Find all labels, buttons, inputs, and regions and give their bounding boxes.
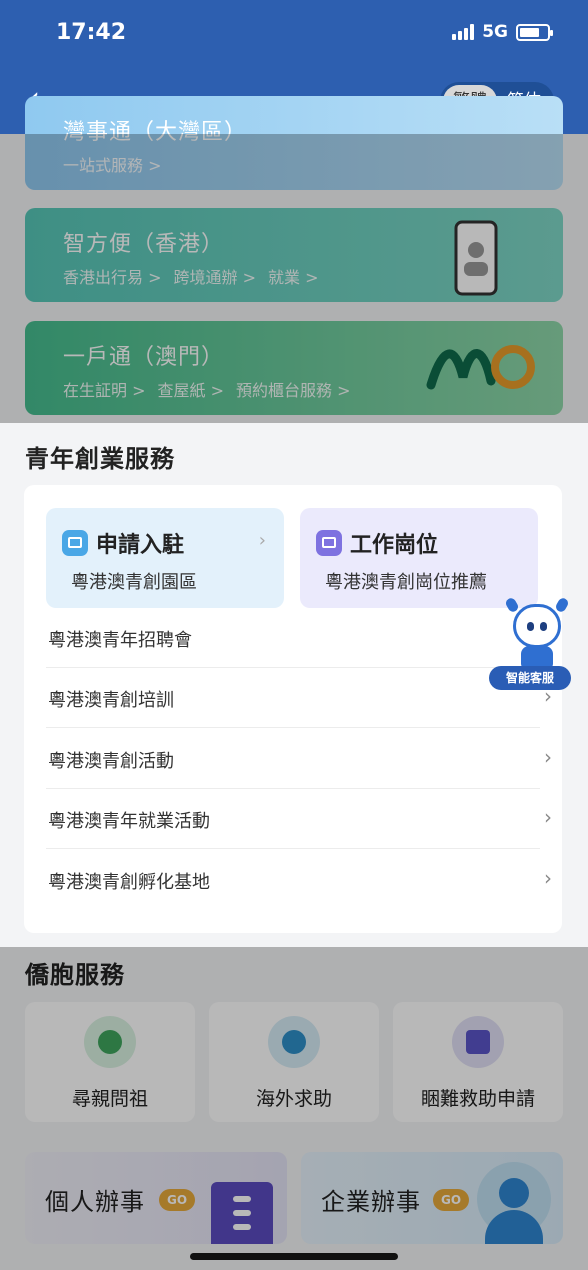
status-time: 17:42 xyxy=(56,20,127,45)
status-bar: 17:42 5G xyxy=(0,0,588,66)
signal-icon xyxy=(452,24,475,40)
battery-icon xyxy=(516,23,553,41)
list-item[interactable]: 粵港澳青年招聘會 xyxy=(46,608,540,668)
list-item-label: 粵港澳青年就業活動 xyxy=(48,811,210,832)
apply-icon xyxy=(62,530,88,556)
list-item[interactable]: 粵港澳青創活動 › xyxy=(46,729,552,789)
list-item[interactable]: 粵港澳青創孵化基地 › xyxy=(46,850,552,910)
status-icons: 5G xyxy=(452,22,553,42)
job-positions-tile[interactable]: 工作崗位 粵港澳青創崗位推薦 xyxy=(300,508,538,608)
chevron-right-icon: › xyxy=(258,530,266,551)
youth-card: 申請入駐 › 粵港澳青創園區 工作崗位 粵港澳青創崗位推薦 粵港澳青年招聘會 粵… xyxy=(24,485,562,933)
assistant-label: 智能客服 xyxy=(489,666,571,690)
network-label: 5G xyxy=(482,22,508,42)
tile-title: 工作崗位 xyxy=(350,533,439,558)
briefcase-icon xyxy=(316,530,342,556)
list-item-label: 粵港澳青創培訓 xyxy=(48,690,174,711)
smart-assistant-button[interactable]: 智能客服 xyxy=(489,596,571,690)
tile-subtitle: 粵港澳青創園區 xyxy=(71,572,197,593)
chevron-right-icon: › xyxy=(544,745,552,769)
overlay-dim-top[interactable] xyxy=(0,134,588,423)
chevron-right-icon: › xyxy=(544,805,552,829)
list-item-label: 粵港澳青創孵化基地 xyxy=(48,872,210,893)
tile-title: 申請入駐 xyxy=(96,533,185,558)
overlay-dim-bottom[interactable] xyxy=(0,947,588,1270)
chevron-right-icon: › xyxy=(544,866,552,890)
bot-body-icon xyxy=(521,646,553,668)
list-item[interactable]: 粵港澳青創培訓 › xyxy=(46,668,552,728)
bot-head-icon xyxy=(513,604,561,648)
tile-subtitle: 粵港澳青創崗位推薦 xyxy=(325,572,487,593)
list-item-label: 粵港澳青年招聘會 xyxy=(48,630,192,651)
home-indicator[interactable] xyxy=(190,1253,398,1260)
apply-settle-tile[interactable]: 申請入駐 › 粵港澳青創園區 xyxy=(46,508,284,608)
list-item-label: 粵港澳青創活動 xyxy=(48,751,174,772)
section-title: 青年創業服務 xyxy=(25,445,175,473)
list-item[interactable]: 粵港澳青年就業活動 › xyxy=(46,789,552,849)
